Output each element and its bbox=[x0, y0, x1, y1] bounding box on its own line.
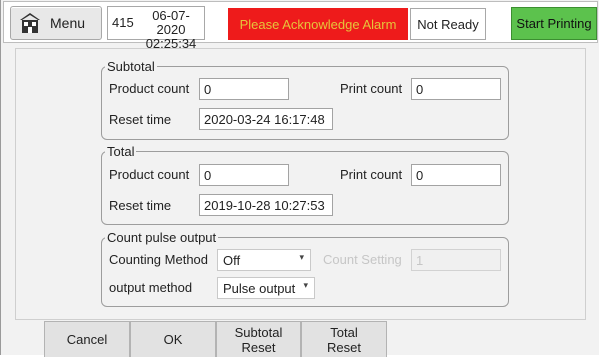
count-setting-label: Count Setting bbox=[323, 252, 402, 267]
subtotal-legend: Subtotal bbox=[107, 59, 155, 74]
subtotal-reset-time-label: Reset time bbox=[109, 112, 172, 127]
chevron-down-icon: ▾ bbox=[303, 280, 308, 290]
app-window: Menu 415 06-07-2020 02:25:34 Please Ackn… bbox=[0, 0, 599, 357]
subtotal-print-count-field[interactable]: 0 bbox=[411, 78, 501, 100]
output-method-dropdown[interactable]: Pulse output ▾ bbox=[217, 277, 315, 299]
alarm-banner[interactable]: Please Acknowledge Alarm bbox=[228, 8, 408, 40]
total-legend: Total bbox=[107, 144, 135, 159]
total-reset-time-field: 2019-10-28 10:27:53 bbox=[199, 194, 333, 216]
status-indicator: Not Ready bbox=[410, 8, 486, 40]
counting-method-label: Counting Method bbox=[109, 252, 209, 267]
output-method-value: Pulse output bbox=[223, 281, 296, 296]
ok-button[interactable]: OK bbox=[130, 321, 216, 357]
print-counter: 415 bbox=[112, 15, 134, 30]
subtotal-reset-line1: Subtotal bbox=[234, 324, 283, 340]
total-reset-line1: Total bbox=[330, 324, 358, 340]
count-setting-field: 1 bbox=[411, 249, 501, 271]
start-printing-button[interactable]: Start Printing bbox=[511, 7, 597, 40]
subtotal-reset-line2: Reset bbox=[241, 339, 276, 355]
output-method-label: output method bbox=[109, 280, 193, 295]
total-reset-line2: Reset bbox=[327, 339, 361, 355]
subtotal-product-count-field[interactable]: 0 bbox=[199, 78, 289, 100]
chevron-down-icon: ▾ bbox=[299, 252, 304, 262]
date-text: 06-07-2020 bbox=[152, 8, 190, 37]
cancel-button[interactable]: Cancel bbox=[44, 321, 130, 357]
subtotal-reset-time-field: 2020-03-24 16:17:48 bbox=[199, 108, 333, 130]
total-print-count-field[interactable]: 0 bbox=[411, 164, 501, 186]
menu-label: Menu bbox=[50, 15, 86, 31]
subtotal-print-count-label: Print count bbox=[340, 81, 403, 96]
counting-method-value: Off bbox=[223, 253, 241, 268]
counting-method-dropdown[interactable]: Off ▾ bbox=[217, 249, 311, 271]
subtotal-reset-button[interactable]: Subtotal Reset bbox=[216, 321, 301, 357]
counter-settings-panel: Subtotal Product count 0 Print count 0 R… bbox=[15, 48, 586, 320]
total-product-count-label: Product count bbox=[109, 167, 190, 182]
count-pulse-output-legend: Count pulse output bbox=[107, 230, 217, 245]
home-icon bbox=[20, 13, 40, 33]
counter-clock-box: 415 06-07-2020 02:25:34 bbox=[107, 6, 205, 51]
total-product-count-field[interactable]: 0 bbox=[199, 164, 289, 186]
menu-button[interactable]: Menu bbox=[10, 6, 102, 40]
subtotal-product-count-label: Product count bbox=[109, 81, 190, 96]
datetime-display: 06-07-2020 02:25:34 bbox=[140, 9, 202, 51]
total-print-count-label: Print count bbox=[340, 167, 403, 182]
total-reset-button[interactable]: Total Reset bbox=[301, 321, 387, 357]
top-bar: Menu 415 06-07-2020 02:25:34 Please Ackn… bbox=[3, 1, 598, 51]
total-reset-time-label: Reset time bbox=[109, 198, 172, 213]
